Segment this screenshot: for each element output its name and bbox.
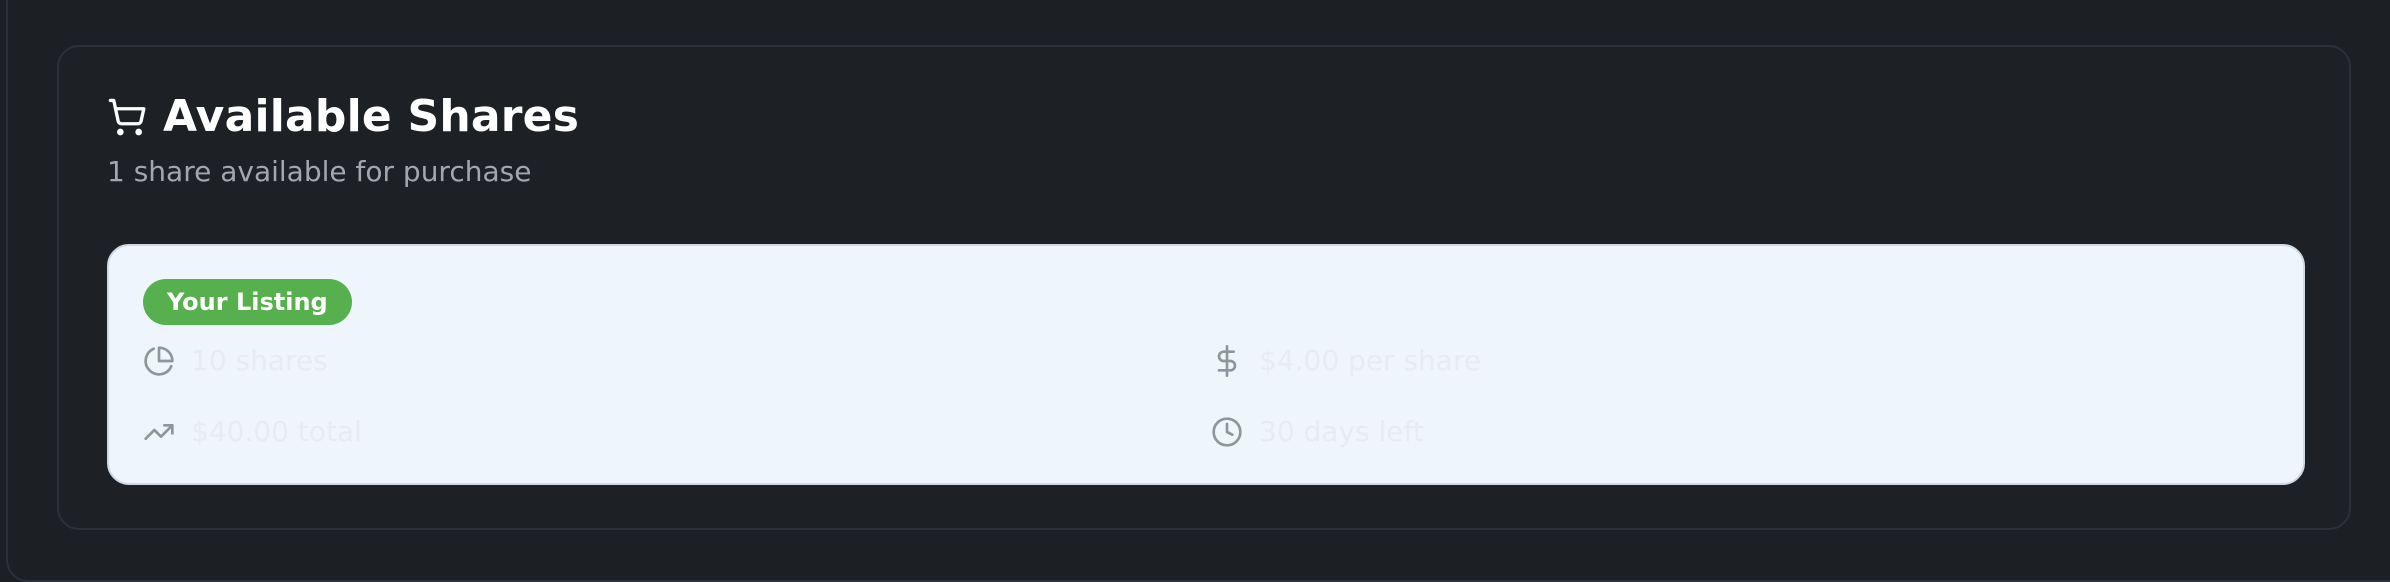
price-per-share-detail: $4.00 per share: [1211, 344, 1481, 377]
shares-count-text: 10 shares: [191, 344, 328, 377]
clock-icon: [1211, 416, 1243, 448]
card-subtitle: 1 share available for purchase: [107, 155, 532, 188]
shares-count-detail: 10 shares: [143, 344, 328, 377]
card-header: Available Shares: [107, 91, 579, 142]
dollar-sign-icon: [1211, 344, 1243, 377]
time-left-detail: 30 days left: [1211, 415, 1424, 448]
shopping-cart-icon: [107, 97, 147, 137]
total-price-detail: $40.00 total: [143, 415, 362, 448]
share-listing[interactable]: Your Listing 10 shares $4.00 per share $…: [107, 244, 2305, 485]
your-listing-badge: Your Listing: [143, 279, 352, 325]
trending-up-icon: [143, 416, 175, 448]
time-left-text: 30 days left: [1259, 415, 1424, 448]
available-shares-card: Available Shares 1 share available for p…: [57, 45, 2351, 530]
price-per-share-text: $4.00 per share: [1259, 344, 1482, 377]
card-title: Available Shares: [163, 91, 580, 142]
total-price-text: $40.00 total: [191, 415, 362, 448]
pie-chart-icon: [143, 345, 175, 377]
